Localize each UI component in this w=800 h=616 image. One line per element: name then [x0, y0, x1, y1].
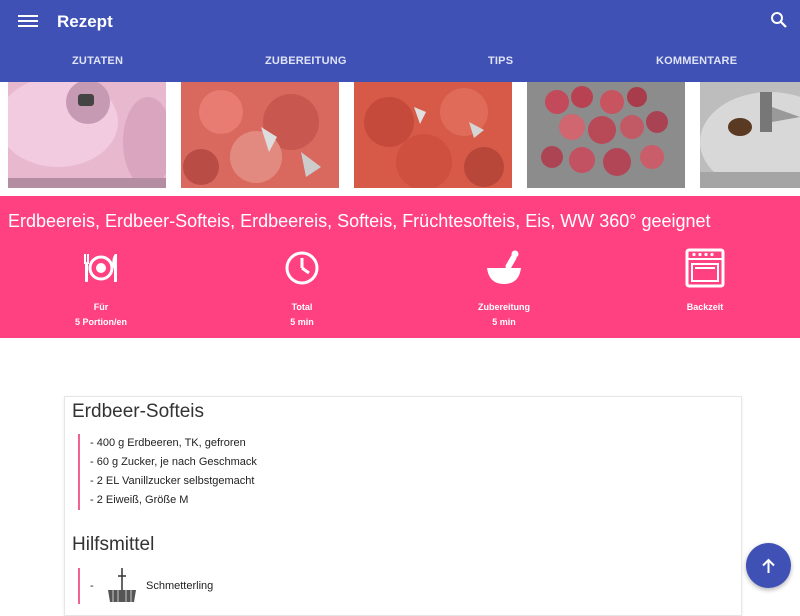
tool-label: Schmetterling [146, 580, 214, 592]
gallery-image[interactable] [181, 82, 339, 188]
photo-mixer-bowl [700, 82, 800, 188]
stat-portions: Für 5 Portion/en [31, 248, 171, 330]
photo-frozen-strawberries [527, 82, 685, 188]
butterfly-whisk-icon [104, 568, 140, 604]
arrow-up-icon [762, 558, 775, 573]
ingredients-heading: Erdbeer-Softeis [72, 401, 205, 422]
scroll-top-button[interactable] [746, 543, 791, 588]
stat-value: 5 min [492, 317, 516, 327]
gallery-image[interactable] [354, 82, 512, 188]
search-icon[interactable] [770, 11, 788, 29]
app-bar: Rezept ZUTATEN ZUBEREITUNG TIPS KOMMENTA… [0, 0, 800, 82]
stat-bake-time: Backzeit [635, 248, 775, 315]
tab-zubereitung[interactable]: ZUBEREITUNG [265, 55, 347, 67]
photo-pink-mixture [8, 82, 166, 188]
menu-icon[interactable] [18, 12, 38, 30]
recipe-banner: Erdbeereis, Erdbeer-Softeis, Erdbeereis,… [0, 196, 800, 338]
stat-label: Total [291, 302, 313, 312]
stat-prep-time: Zubereitung 5 min [434, 248, 574, 330]
recipe-title: Erdbeereis, Erdbeer-Softeis, Erdbeereis,… [8, 211, 711, 231]
ingredients-card: Erdbeer-Softeis - 400 g Erdbeeren, TK, g… [64, 396, 742, 616]
tab-bar: ZUTATEN ZUBEREITUNG TIPS KOMMENTARE [0, 45, 800, 82]
stat-value: 5 min [290, 317, 314, 327]
ingredients-list: - 400 g Erdbeeren, TK, gefroren - 60 g Z… [78, 434, 257, 510]
stat-total-time: Total 5 min [232, 248, 372, 330]
tab-tips[interactable]: TIPS [488, 55, 513, 67]
gallery-image[interactable] [8, 82, 166, 188]
list-item: - Schmetterling [90, 568, 213, 604]
list-item: - 2 EL Vanillzucker selbstgemacht [90, 475, 255, 487]
tab-kommentare[interactable]: KOMMENTARE [656, 55, 737, 67]
app-title: Rezept [57, 12, 113, 31]
stat-value: 5 Portion/en [74, 317, 127, 327]
list-item: - 60 g Zucker, je nach Geschmack [90, 456, 257, 468]
mortar-pestle-icon [484, 248, 524, 288]
photo-strawberry-blended [354, 82, 512, 188]
oven-icon [685, 248, 725, 288]
tab-zutaten[interactable]: ZUTATEN [72, 55, 123, 67]
gallery-image[interactable] [700, 82, 800, 188]
list-item: - 400 g Erdbeeren, TK, gefroren [90, 437, 246, 449]
photo-strawberry-puree [181, 82, 339, 188]
tools-heading: Hilfsmittel [72, 534, 155, 555]
stat-label: Zubereitung [478, 302, 530, 312]
stat-label: Für [93, 302, 109, 312]
gallery-image[interactable] [527, 82, 685, 188]
tools-list: - Schmetterling [78, 568, 213, 604]
image-gallery [0, 82, 800, 196]
list-item: - 2 Eiweiß, Größe M [90, 494, 189, 506]
stat-label: Backzeit [686, 302, 724, 312]
plate-cutlery-icon [81, 248, 121, 288]
clock-icon [282, 248, 322, 288]
list-dash: - [90, 580, 94, 592]
